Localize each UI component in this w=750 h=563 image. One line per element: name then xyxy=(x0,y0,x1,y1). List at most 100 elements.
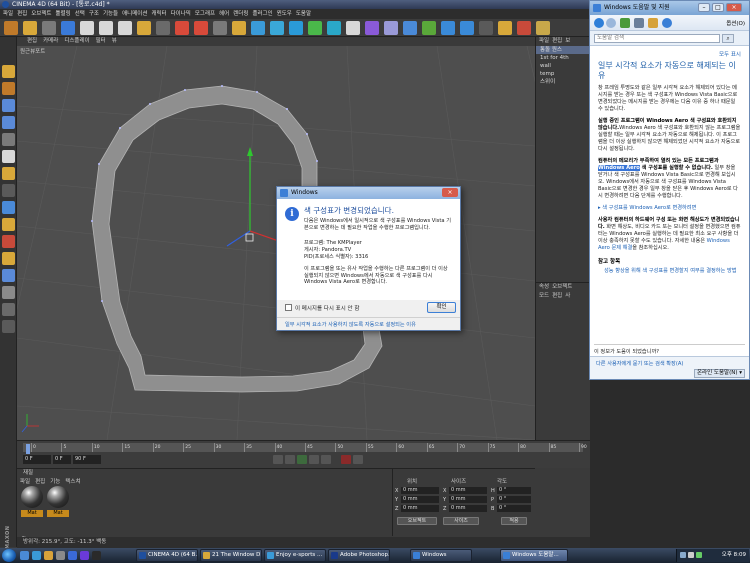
current-frame-field[interactable]: 0 F xyxy=(53,455,71,464)
show-all-link[interactable]: 모두 표시 xyxy=(598,50,741,58)
network-icon[interactable] xyxy=(680,552,686,558)
attribute-menu-item[interactable]: 모드 xyxy=(539,292,549,301)
change-scheme-link[interactable]: ▸ 색 구성표를 Windows Aero로 변경하려면 xyxy=(598,205,741,212)
viewport-menu-item[interactable]: 필터 xyxy=(96,37,106,46)
app-icon[interactable] xyxy=(68,551,77,560)
menu-item[interactable]: 기능들 xyxy=(103,9,118,19)
toolbar-button[interactable] xyxy=(232,21,246,35)
size-field[interactable]: 0 mm xyxy=(449,496,487,503)
tool-button[interactable] xyxy=(2,303,15,316)
goto-start-button[interactable] xyxy=(273,455,283,464)
taskbar-button[interactable]: Windows xyxy=(410,549,472,562)
toolbar-button[interactable] xyxy=(4,21,18,35)
toolbar-button[interactable] xyxy=(536,21,550,35)
object-menu-item[interactable]: 편집 xyxy=(552,37,562,46)
prev-frame-button[interactable] xyxy=(285,455,295,464)
print-icon[interactable] xyxy=(634,18,644,28)
close-button[interactable]: × xyxy=(442,188,458,197)
attribute-tab[interactable]: 속성 xyxy=(539,283,549,292)
current-frame-marker[interactable] xyxy=(26,444,30,454)
menu-item[interactable]: 다이나믹 xyxy=(171,9,191,19)
taskbar-button[interactable]: Adobe Photoshop... xyxy=(328,549,390,562)
goto-end-button[interactable] xyxy=(321,455,331,464)
object-row[interactable]: 스위이 xyxy=(536,78,590,86)
viewport-menu-item[interactable]: 편집 xyxy=(27,37,37,46)
position-field[interactable]: 0 mm xyxy=(401,505,439,512)
menu-item[interactable]: 선택 xyxy=(75,9,85,19)
menu-item[interactable]: 파일 xyxy=(3,9,13,19)
ie-icon[interactable] xyxy=(32,551,41,560)
tool-button[interactable] xyxy=(2,201,15,214)
tool-button[interactable] xyxy=(2,167,15,180)
tool-button[interactable] xyxy=(2,82,15,95)
size-field[interactable]: 0 mm xyxy=(449,487,487,494)
toolbar-button[interactable] xyxy=(460,21,474,35)
timeline-ruler[interactable]: 0 5 10 15 20 25 30 35 40 45 50 55 60 65 70 75 80 85 90 xyxy=(23,443,587,454)
object-menu-item[interactable]: 파일 xyxy=(539,37,549,46)
autokey-button[interactable] xyxy=(353,455,363,464)
menu-item[interactable]: 모그래프 xyxy=(195,9,215,19)
tool-button[interactable] xyxy=(2,269,15,282)
more-support-link[interactable]: 다른 사용자에게 묻기 또는 검색 확장(A) xyxy=(596,360,683,367)
tool-button[interactable] xyxy=(2,235,15,248)
tool-button[interactable] xyxy=(2,184,15,197)
toolbar-button[interactable] xyxy=(289,21,303,35)
toolbar-button[interactable] xyxy=(346,21,360,35)
viewport-menu-item[interactable]: 뷰 xyxy=(112,37,117,46)
menu-item[interactable]: 구조 xyxy=(89,9,99,19)
toolbar-button[interactable] xyxy=(517,21,531,35)
tool-button[interactable] xyxy=(2,286,15,299)
toolbar-button[interactable] xyxy=(213,21,227,35)
clock[interactable]: 오후 8:09 xyxy=(722,549,746,562)
menu-item[interactable]: 편집 xyxy=(17,9,27,19)
toolbar-button[interactable] xyxy=(308,21,322,35)
viewport-menu-item[interactable]: 디스플레이 xyxy=(64,37,89,46)
app-icon[interactable] xyxy=(92,551,101,560)
material-swatch[interactable] xyxy=(47,486,69,508)
tray-app-icon[interactable] xyxy=(696,552,702,558)
taskbar-button[interactable]: Windows 도움말... xyxy=(500,549,568,562)
menu-item[interactable]: 오브젝트 xyxy=(31,9,51,19)
rotation-field[interactable]: 0 ° xyxy=(497,487,531,494)
dont-show-again-checkbox[interactable] xyxy=(285,304,292,311)
taskbar-button[interactable]: 21 The Window D... xyxy=(200,549,262,562)
viewport-menu-item[interactable]: 카메라 xyxy=(43,37,58,46)
toolbar-button[interactable] xyxy=(61,21,75,35)
dont-show-again-label[interactable]: 이 메시지를 다시 표시 안 함 xyxy=(295,304,359,312)
toolbar-button[interactable] xyxy=(498,21,512,35)
why-disabled-link[interactable]: 일부 시각적 요소가 사용하지 않도록 자동으로 설정되는 이유 xyxy=(285,321,416,328)
rotation-field[interactable]: 0 ° xyxy=(497,496,531,503)
toolbar-button[interactable] xyxy=(175,21,189,35)
toolbar-button[interactable] xyxy=(365,21,379,35)
show-desktop-icon[interactable] xyxy=(20,551,29,560)
back-icon[interactable] xyxy=(594,18,604,28)
object-row[interactable]: 1st for 4th xyxy=(536,54,590,62)
toolbar-button[interactable] xyxy=(327,21,341,35)
help-search-input[interactable]: 도움말 검색 xyxy=(594,34,720,43)
toolbar-button[interactable] xyxy=(422,21,436,35)
online-help-button[interactable]: 온라인 도움말(N) ▾ xyxy=(693,369,745,378)
next-frame-button[interactable] xyxy=(309,455,319,464)
tool-button[interactable] xyxy=(2,252,15,265)
toolbar-button[interactable] xyxy=(99,21,113,35)
tool-button[interactable] xyxy=(2,150,15,163)
forward-icon[interactable] xyxy=(606,18,616,28)
browse-help-icon[interactable] xyxy=(648,18,658,28)
object-row[interactable]: wall xyxy=(536,62,590,70)
position-field[interactable]: 0 mm xyxy=(401,487,439,494)
size-field[interactable]: 0 mm xyxy=(449,505,487,512)
toolbar-button[interactable] xyxy=(479,21,493,35)
toolbar-button[interactable] xyxy=(441,21,455,35)
menu-item[interactable]: 도움말 xyxy=(296,9,311,19)
play-button[interactable] xyxy=(297,455,307,464)
position-field[interactable]: 0 mm xyxy=(401,496,439,503)
attribute-menu-item[interactable]: 편집 xyxy=(552,292,562,301)
search-icon[interactable]: ⌕ xyxy=(722,34,734,43)
start-frame-field[interactable]: 0 F xyxy=(23,455,51,464)
menu-item[interactable]: 헤어 xyxy=(219,9,229,19)
tool-button[interactable] xyxy=(2,218,15,231)
options-menu[interactable]: 옵션(O) xyxy=(726,19,745,27)
see-also-link[interactable]: 성능 향상을 위해 색 구성표를 변경할지 여부를 결정하는 방법 xyxy=(598,268,741,275)
ok-button[interactable]: 확인 xyxy=(427,302,456,313)
material-swatch[interactable] xyxy=(21,486,43,508)
